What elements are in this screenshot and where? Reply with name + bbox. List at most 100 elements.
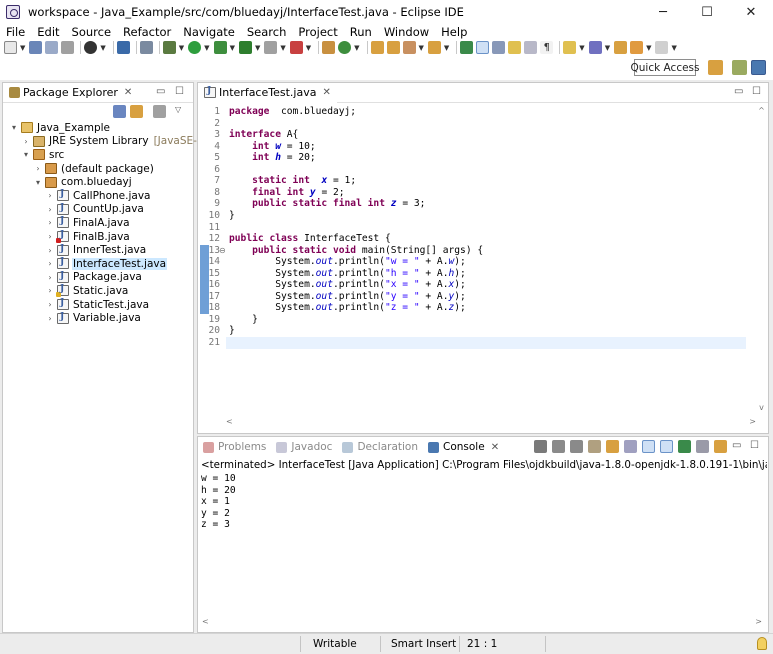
prev-annotation-dropdown-icon[interactable]: ▼ (605, 44, 610, 52)
tab-problems[interactable]: Problems (198, 437, 271, 457)
scroll-right-icon[interactable]: > (755, 617, 762, 626)
open-folder-icon[interactable] (427, 41, 441, 54)
maximize-icon[interactable]: ☐ (175, 86, 184, 97)
open-task-icon[interactable] (386, 41, 400, 54)
open-perspective-icon[interactable] (708, 60, 723, 75)
mark-occurrences-icon[interactable] (476, 41, 490, 54)
search-dropdown-icon[interactable]: ▼ (419, 44, 424, 52)
prev-annotation-icon[interactable] (588, 41, 602, 54)
tab-package-explorer[interactable]: Package Explorer ✕ (3, 83, 138, 103)
menu-source[interactable]: Source (66, 25, 118, 39)
tree-item[interactable]: › CountUp.java (3, 203, 193, 217)
tab-console[interactable]: Console ✕ (423, 437, 505, 457)
show-whitespace-icon[interactable]: ¶ (540, 41, 554, 54)
next-annotation-dropdown-icon[interactable]: ▼ (579, 44, 584, 52)
server-dropdown-icon[interactable]: ▼ (306, 44, 311, 52)
minimize-icon[interactable]: ▭ (734, 86, 743, 97)
new-java-project-icon[interactable] (322, 41, 336, 54)
toggle-view-icon[interactable] (116, 41, 130, 54)
collapsed-arrow-icon[interactable]: › (45, 300, 55, 309)
close-window-button[interactable]: ✕ (729, 0, 773, 24)
word-wrap-icon[interactable] (492, 41, 506, 54)
scroll-lock-icon[interactable] (606, 440, 619, 453)
open-folder-dropdown-icon[interactable]: ▼ (444, 44, 449, 52)
menu-window[interactable]: Window (378, 25, 435, 39)
skip-breakpoints-icon[interactable] (139, 41, 153, 54)
menu-project[interactable]: Project (292, 25, 343, 39)
coverage-dropdown-icon[interactable]: ▼ (230, 44, 235, 52)
collapsed-arrow-icon[interactable]: › (45, 205, 55, 214)
tree-item[interactable]: › Package.java (3, 271, 193, 285)
expanded-arrow-icon[interactable]: ▾ (9, 123, 19, 132)
scroll-up-icon[interactable]: ^ (755, 106, 768, 115)
menu-refactor[interactable]: Refactor (117, 25, 177, 39)
server-icon[interactable] (289, 41, 303, 54)
tree-item[interactable]: › CallPhone.java (3, 189, 193, 203)
expanded-arrow-icon[interactable]: ▾ (21, 150, 31, 159)
tab-interface-test[interactable]: InterfaceTest.java ✕ (198, 82, 337, 103)
collapsed-arrow-icon[interactable]: › (45, 314, 55, 323)
minimize-button[interactable]: ─ (641, 0, 685, 24)
minimize-icon[interactable]: ▭ (732, 440, 745, 453)
java-ee-perspective-icon[interactable] (732, 60, 747, 75)
save-icon[interactable] (29, 41, 43, 54)
debug-dropdown-icon[interactable]: ▼ (179, 44, 184, 52)
show-on-stderr-icon[interactable] (660, 440, 673, 453)
collapsed-arrow-icon[interactable]: › (45, 218, 55, 227)
pin-console-icon[interactable] (678, 440, 691, 453)
collapsed-arrow-icon[interactable]: › (45, 246, 55, 255)
collapsed-arrow-icon[interactable]: › (45, 286, 55, 295)
scroll-left-icon[interactable]: < (202, 617, 209, 626)
collapsed-arrow-icon[interactable]: › (45, 191, 55, 200)
tree-item[interactable]: › FinalB.java (3, 230, 193, 244)
forward-dropdown-icon[interactable]: ▼ (671, 44, 676, 52)
remove-launch-icon[interactable] (552, 440, 565, 453)
scroll-right-icon[interactable]: > (749, 417, 756, 426)
terminal-icon[interactable] (84, 41, 98, 54)
tree-item[interactable]: › InnerTest.java (3, 243, 193, 257)
collapsed-arrow-icon[interactable]: › (45, 232, 55, 241)
collapsed-arrow-icon[interactable]: › (21, 137, 31, 146)
terminate-icon[interactable] (534, 440, 547, 453)
new-class-dropdown-icon[interactable]: ▼ (354, 44, 359, 52)
new-icon[interactable] (4, 41, 17, 54)
block-selection-icon[interactable] (508, 41, 522, 54)
collapsed-arrow-icon[interactable]: › (33, 164, 43, 173)
print-icon[interactable] (61, 41, 75, 54)
quick-access-field[interactable]: Quick Access (631, 59, 700, 76)
link-editor-icon[interactable] (130, 105, 143, 118)
run-icon[interactable] (188, 41, 202, 54)
tab-javadoc[interactable]: Javadoc (271, 437, 337, 457)
menu-run[interactable]: Run (344, 25, 378, 39)
scroll-left-icon[interactable]: < (226, 417, 233, 426)
open-console-icon[interactable] (714, 440, 727, 453)
tree-item[interactable]: ▾ src (3, 148, 193, 162)
close-icon[interactable]: ✕ (124, 87, 132, 98)
tree-item[interactable]: › (default package) (3, 162, 193, 176)
java-perspective-icon[interactable] (751, 60, 766, 75)
word-wrap-icon[interactable] (624, 440, 637, 453)
clear-console-icon[interactable] (588, 440, 601, 453)
close-icon[interactable]: ✕ (491, 442, 499, 453)
collapsed-arrow-icon[interactable]: › (45, 273, 55, 282)
debug-icon[interactable] (162, 41, 176, 54)
new-dropdown-icon[interactable]: ▼ (20, 44, 25, 52)
maximize-icon[interactable]: ☐ (752, 86, 761, 97)
collapse-all-icon[interactable] (113, 105, 126, 118)
editor-vertical-scrollbar[interactable]: ^ v (755, 104, 768, 414)
new-class-icon[interactable] (338, 41, 352, 54)
tree-item[interactable]: › FinalA.java (3, 216, 193, 230)
console-output[interactable]: w = 10 h = 20 x = 1y = 2z = 3 (201, 473, 236, 531)
last-edit-icon[interactable] (614, 41, 628, 54)
display-console-icon[interactable] (696, 440, 709, 453)
search-icon[interactable] (402, 41, 416, 54)
collapsed-arrow-icon[interactable]: › (45, 259, 55, 268)
run-dropdown-icon[interactable]: ▼ (204, 44, 209, 52)
menu-search[interactable]: Search (241, 25, 293, 39)
editor-horizontal-scrollbar[interactable]: < > (226, 417, 756, 430)
next-annotation-icon[interactable] (563, 41, 577, 54)
tree-item[interactable]: › StaticTest.java (3, 298, 193, 312)
remove-all-icon[interactable] (570, 440, 583, 453)
open-type-icon[interactable] (370, 41, 384, 54)
scroll-down-icon[interactable]: v (755, 403, 768, 412)
